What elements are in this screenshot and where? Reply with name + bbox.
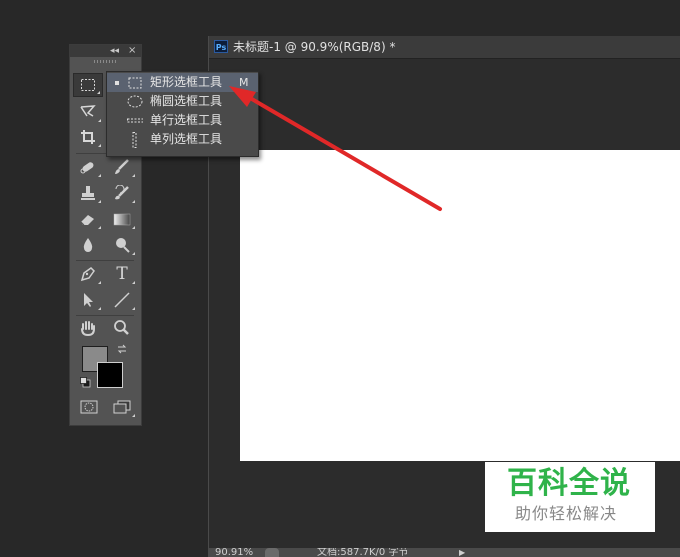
dodge-tool-icon: [116, 238, 130, 253]
watermark-logo: 百科全说 助你轻松解决: [485, 462, 655, 532]
swap-colors-icon[interactable]: [116, 343, 128, 355]
status-menu-button[interactable]: [265, 548, 279, 557]
history-brush-icon: [115, 185, 129, 200]
type-tool-button[interactable]: T: [107, 262, 137, 286]
zoom-tool-icon: [114, 320, 129, 335]
single-column-marquee-icon: [132, 131, 137, 148]
marquee-tools-flyout: 矩形选框工具 M 椭圆选框工具 单行选框工具 单列选框工具: [106, 71, 259, 157]
rectangular-marquee-tool-button[interactable]: [73, 73, 103, 97]
screen-mode-button[interactable]: [107, 395, 137, 419]
lasso-tool-button[interactable]: [73, 100, 103, 124]
screen-mode-icon: [113, 400, 131, 414]
flyout-item-single-column-marquee[interactable]: 单列选框工具: [107, 130, 258, 149]
watermark-title: 百科全说: [507, 466, 631, 501]
single-row-marquee-icon: [127, 118, 143, 122]
rectangular-marquee-tool-icon: [81, 79, 95, 91]
flyout-item-label: 单行选框工具: [150, 113, 223, 127]
watermark-subtitle: 助你轻松解决: [515, 504, 618, 523]
blur-tool-icon: [83, 238, 93, 252]
collapse-icon[interactable]: ◂◂: [110, 45, 119, 57]
spot-healing-brush-button[interactable]: [73, 155, 103, 179]
spot-healing-brush-icon: [80, 162, 94, 174]
background-color-swatch[interactable]: [97, 362, 123, 388]
hand-tool-icon: [81, 321, 95, 336]
selected-bullet-icon: [115, 81, 119, 85]
elliptical-marquee-icon: [127, 95, 143, 108]
rectangular-marquee-icon: [128, 77, 142, 88]
clone-stamp-icon: [81, 186, 95, 200]
crop-tool-button[interactable]: [73, 125, 103, 149]
status-bar: 90.91% 文档:587.7K/0 字节 ▶: [209, 548, 680, 557]
flyout-item-shortcut: M: [239, 76, 249, 89]
document-info: 文档:587.7K/0 字节: [317, 548, 409, 557]
tools-panel-header[interactable]: ◂◂ ×: [70, 45, 141, 57]
flyout-item-label: 单列选框工具: [150, 132, 223, 146]
document-tab[interactable]: Ps 未标题-1 @ 90.9%(RGB/8) *: [209, 36, 680, 59]
default-colors-icon[interactable]: [80, 377, 91, 388]
path-selection-icon: [84, 293, 93, 307]
flyout-item-single-row-marquee[interactable]: 单行选框工具: [107, 111, 258, 130]
type-tool-icon: T: [116, 263, 128, 284]
line-tool-button[interactable]: [107, 288, 137, 312]
flyout-item-elliptical-marquee[interactable]: 椭圆选框工具: [107, 92, 258, 111]
line-tool-icon: [114, 292, 130, 308]
gradient-tool-button[interactable]: [107, 207, 137, 231]
eraser-tool-button[interactable]: [73, 207, 103, 231]
lasso-tool-icon: [80, 105, 96, 117]
clone-stamp-button[interactable]: [73, 181, 103, 205]
crop-tool-icon: [81, 130, 95, 144]
flyout-item-rectangular-marquee[interactable]: 矩形选框工具 M: [107, 73, 258, 92]
quick-mask-icon: [80, 400, 98, 414]
photoshop-file-icon: Ps: [214, 40, 228, 53]
brush-tool-button[interactable]: [107, 155, 137, 179]
document-canvas[interactable]: [240, 150, 680, 461]
blur-tool-button[interactable]: [73, 233, 103, 257]
flyout-item-label: 矩形选框工具: [150, 75, 223, 89]
document-title: 未标题-1 @ 90.9%(RGB/8) *: [233, 40, 396, 54]
hand-tool-button[interactable]: [73, 316, 103, 340]
panel-grip[interactable]: [94, 60, 116, 63]
pen-tool-button[interactable]: [73, 262, 103, 286]
zoom-tool-button[interactable]: [107, 316, 137, 340]
pen-tool-icon: [80, 267, 95, 282]
history-brush-button[interactable]: [107, 181, 137, 205]
close-icon[interactable]: ×: [128, 45, 136, 57]
gradient-tool-icon: [113, 213, 131, 226]
quick-mask-button[interactable]: [74, 395, 104, 419]
path-selection-button[interactable]: [73, 288, 103, 312]
zoom-readout[interactable]: 90.91%: [215, 548, 253, 557]
flyout-item-label: 椭圆选框工具: [150, 94, 223, 108]
dodge-tool-button[interactable]: [107, 233, 137, 257]
eraser-tool-icon: [80, 215, 94, 226]
brush-tool-icon: [115, 159, 129, 174]
status-expand-icon[interactable]: ▶: [459, 549, 465, 557]
